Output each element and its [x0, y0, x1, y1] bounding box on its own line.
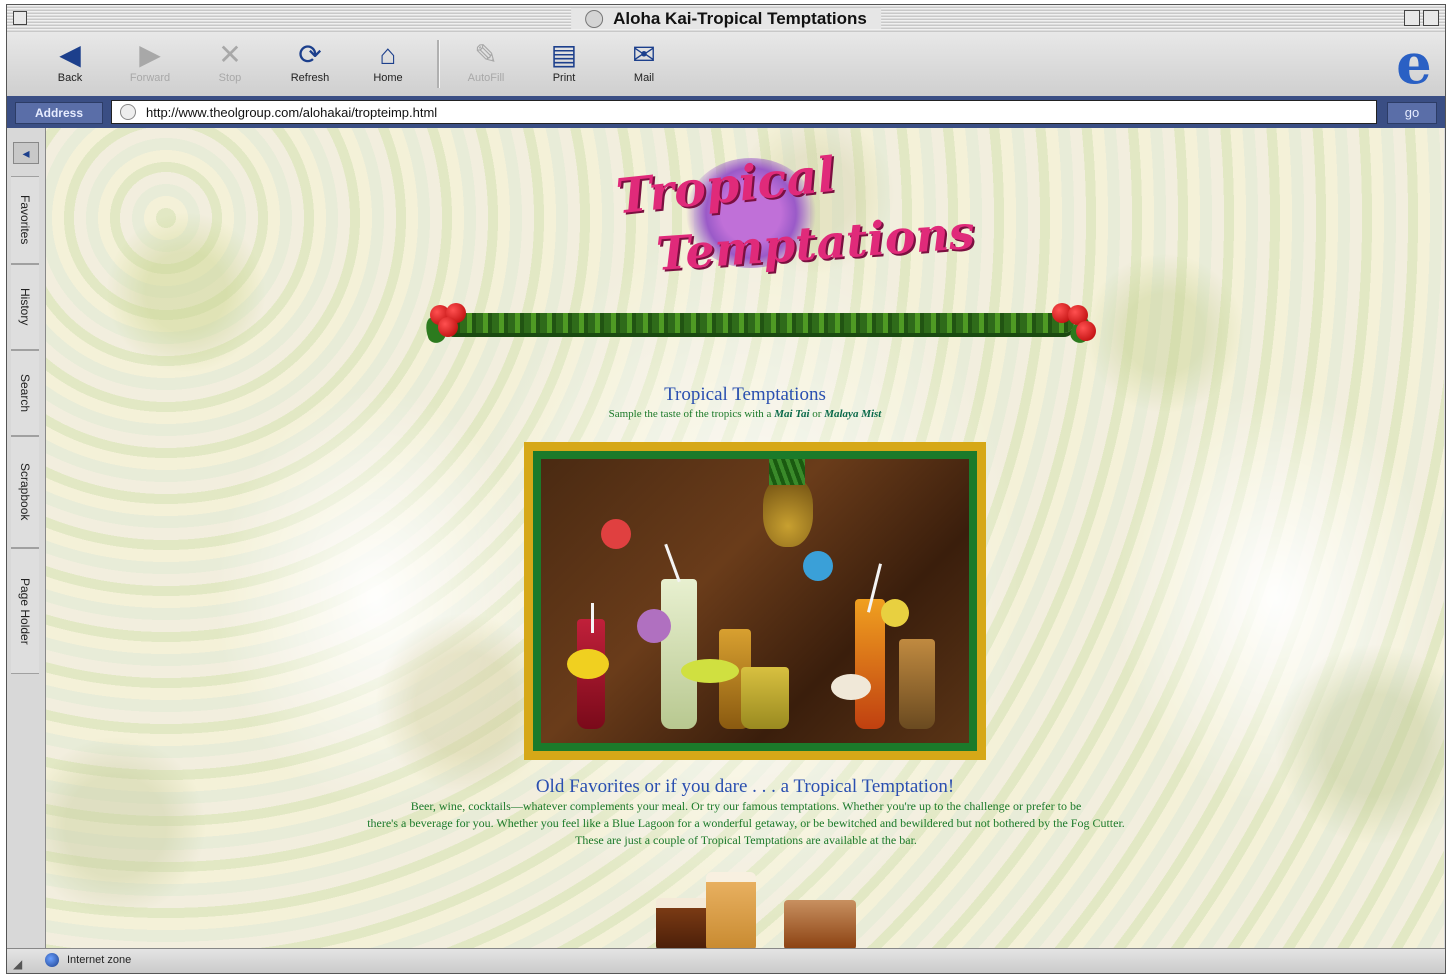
umbrella-garnish-icon	[803, 551, 833, 581]
forward-arrow-icon: ▶	[139, 39, 161, 70]
go-label: go	[1404, 105, 1420, 120]
tropical-cocktails-photo	[541, 459, 969, 743]
flower-garnish-icon	[637, 609, 671, 643]
toolbar-separator	[437, 40, 440, 88]
tab-search-label: Search	[18, 373, 32, 413]
tab-favorites-label: Favorites	[18, 195, 32, 245]
tagline-connector: or	[812, 408, 822, 420]
collapse-box-icon[interactable]	[1423, 10, 1439, 26]
tab-search[interactable]: Search	[11, 350, 39, 436]
drink-glass	[741, 667, 789, 729]
refresh-label: Refresh	[290, 72, 330, 84]
autofill-button[interactable]: ✎ AutoFill	[451, 38, 521, 84]
tab-favorites[interactable]: Favorites	[11, 176, 39, 264]
cocktails-photo-frame	[524, 442, 986, 760]
photo-inner-border	[533, 451, 977, 751]
close-box-icon[interactable]	[13, 11, 27, 25]
resize-grip-icon[interactable]: ◢	[13, 957, 27, 971]
fruit-garnish-icon	[881, 599, 909, 627]
mail-icon: ✉	[632, 39, 656, 70]
autofill-label: AutoFill	[467, 72, 505, 84]
pineapple-icon	[763, 477, 813, 547]
drink-glass	[661, 579, 697, 729]
refresh-button[interactable]: ⟳ Refresh	[275, 38, 345, 84]
straw	[591, 603, 594, 633]
pineapple-leaves-icon	[769, 459, 805, 485]
address-label[interactable]: Address	[15, 102, 103, 124]
home-icon: ⌂	[379, 39, 397, 70]
section-heading-tropical-temptations: Tropical Temptations	[664, 384, 826, 405]
title-bar[interactable]: Aloha Kai-Tropical Temptations	[7, 5, 1445, 33]
explorer-bar-toggle-icon[interactable]: ◂	[13, 142, 39, 164]
stop-label: Stop	[218, 72, 242, 84]
tab-scrapbook-label: Scrapbook	[18, 463, 32, 521]
printer-icon: ▤	[550, 39, 578, 70]
page-proxy-icon[interactable]	[120, 104, 136, 120]
browser-window: Aloha Kai-Tropical Temptations ◀ Back ▶ …	[6, 4, 1446, 974]
section-heading-old-favorites: Old Favorites or if you dare . . . a Tro…	[535, 776, 955, 797]
berry-icon	[438, 317, 458, 337]
address-field-container	[111, 100, 1377, 124]
forward-label: Forward	[129, 72, 171, 84]
tab-page-holder-label: Page Holder	[18, 577, 32, 645]
home-button[interactable]: ⌂ Home	[353, 38, 423, 84]
status-bar: ◢ Internet zone	[7, 948, 1445, 973]
drink-name-2: Malaya Mist	[824, 408, 882, 420]
window-title: Aloha Kai-Tropical Temptations	[571, 8, 881, 29]
stop-x-icon: ✕	[218, 39, 242, 70]
tab-history-label: History	[18, 288, 32, 326]
garland-vine	[444, 313, 1074, 333]
mail-button[interactable]: ✉ Mail	[609, 38, 679, 84]
window-controls	[1404, 10, 1439, 26]
description-line-3: These are just a couple of Tropical Temp…	[575, 833, 917, 847]
tab-page-holder[interactable]: Page Holder	[11, 548, 39, 674]
beverage-description: Beer, wine, cocktails—whatever complemen…	[216, 798, 1276, 849]
drink-name-1: Mai Tai	[774, 408, 810, 420]
description-line-1: Beer, wine, cocktails—whatever complemen…	[410, 799, 1082, 813]
stop-button[interactable]: ✕ Stop	[195, 38, 265, 84]
back-label: Back	[57, 72, 83, 84]
zoom-box-icon[interactable]	[1404, 10, 1420, 26]
go-button[interactable]: go	[1387, 102, 1437, 124]
tagline-prefix: Sample the taste of the tropics with a	[608, 408, 772, 420]
internet-explorer-logo-icon: e	[1396, 31, 1432, 97]
berry-icon	[1076, 321, 1096, 341]
toolbar: ◀ Back ▶ Forward ✕ Stop ⟳ Refresh ⌂ Home…	[7, 32, 1445, 97]
status-text: Internet zone	[67, 954, 132, 966]
tropical-temptations-logo: Tropical Temptations	[606, 147, 977, 288]
internet-zone-globe-icon	[45, 953, 59, 967]
forward-button[interactable]: ▶ Forward	[115, 38, 185, 84]
flower-garnish-icon	[601, 519, 631, 549]
page-globe-icon	[585, 9, 604, 28]
description-line-2: there's a beverage for you. Whether you …	[367, 816, 1125, 830]
light-beer-glass	[706, 872, 756, 950]
print-label: Print	[552, 72, 576, 84]
back-button[interactable]: ◀ Back	[35, 38, 105, 84]
explorer-bar: ◂ Favorites History Search Scrapbook Pag…	[7, 128, 46, 950]
autofill-pen-icon: ✎	[474, 39, 498, 70]
back-arrow-icon: ◀	[59, 39, 81, 70]
window-title-text: Aloha Kai-Tropical Temptations	[613, 8, 867, 28]
tab-scrapbook[interactable]: Scrapbook	[11, 436, 39, 548]
drink-glass	[855, 599, 885, 729]
beer-glasses-image	[646, 868, 866, 950]
refresh-icon: ⟳	[298, 39, 322, 70]
cocktail-rim-icon	[681, 659, 739, 683]
tab-history[interactable]: History	[11, 264, 39, 350]
tiki-mug	[899, 639, 935, 729]
address-input[interactable]	[146, 104, 1346, 120]
sample-tagline: Sample the taste of the tropics with a M…	[46, 408, 1444, 420]
print-button[interactable]: ▤ Print	[529, 38, 599, 84]
lemon-icon	[567, 649, 609, 679]
mail-label: Mail	[633, 72, 655, 84]
web-page-content[interactable]: Tropical Temptations Tropical Temptation…	[46, 128, 1444, 950]
seashell-icon	[831, 674, 871, 700]
iced-drink-glass	[784, 900, 856, 950]
home-label: Home	[373, 72, 403, 84]
straw	[664, 543, 681, 583]
holly-garland-divider	[422, 303, 1096, 349]
address-bar: Address go	[7, 96, 1445, 128]
